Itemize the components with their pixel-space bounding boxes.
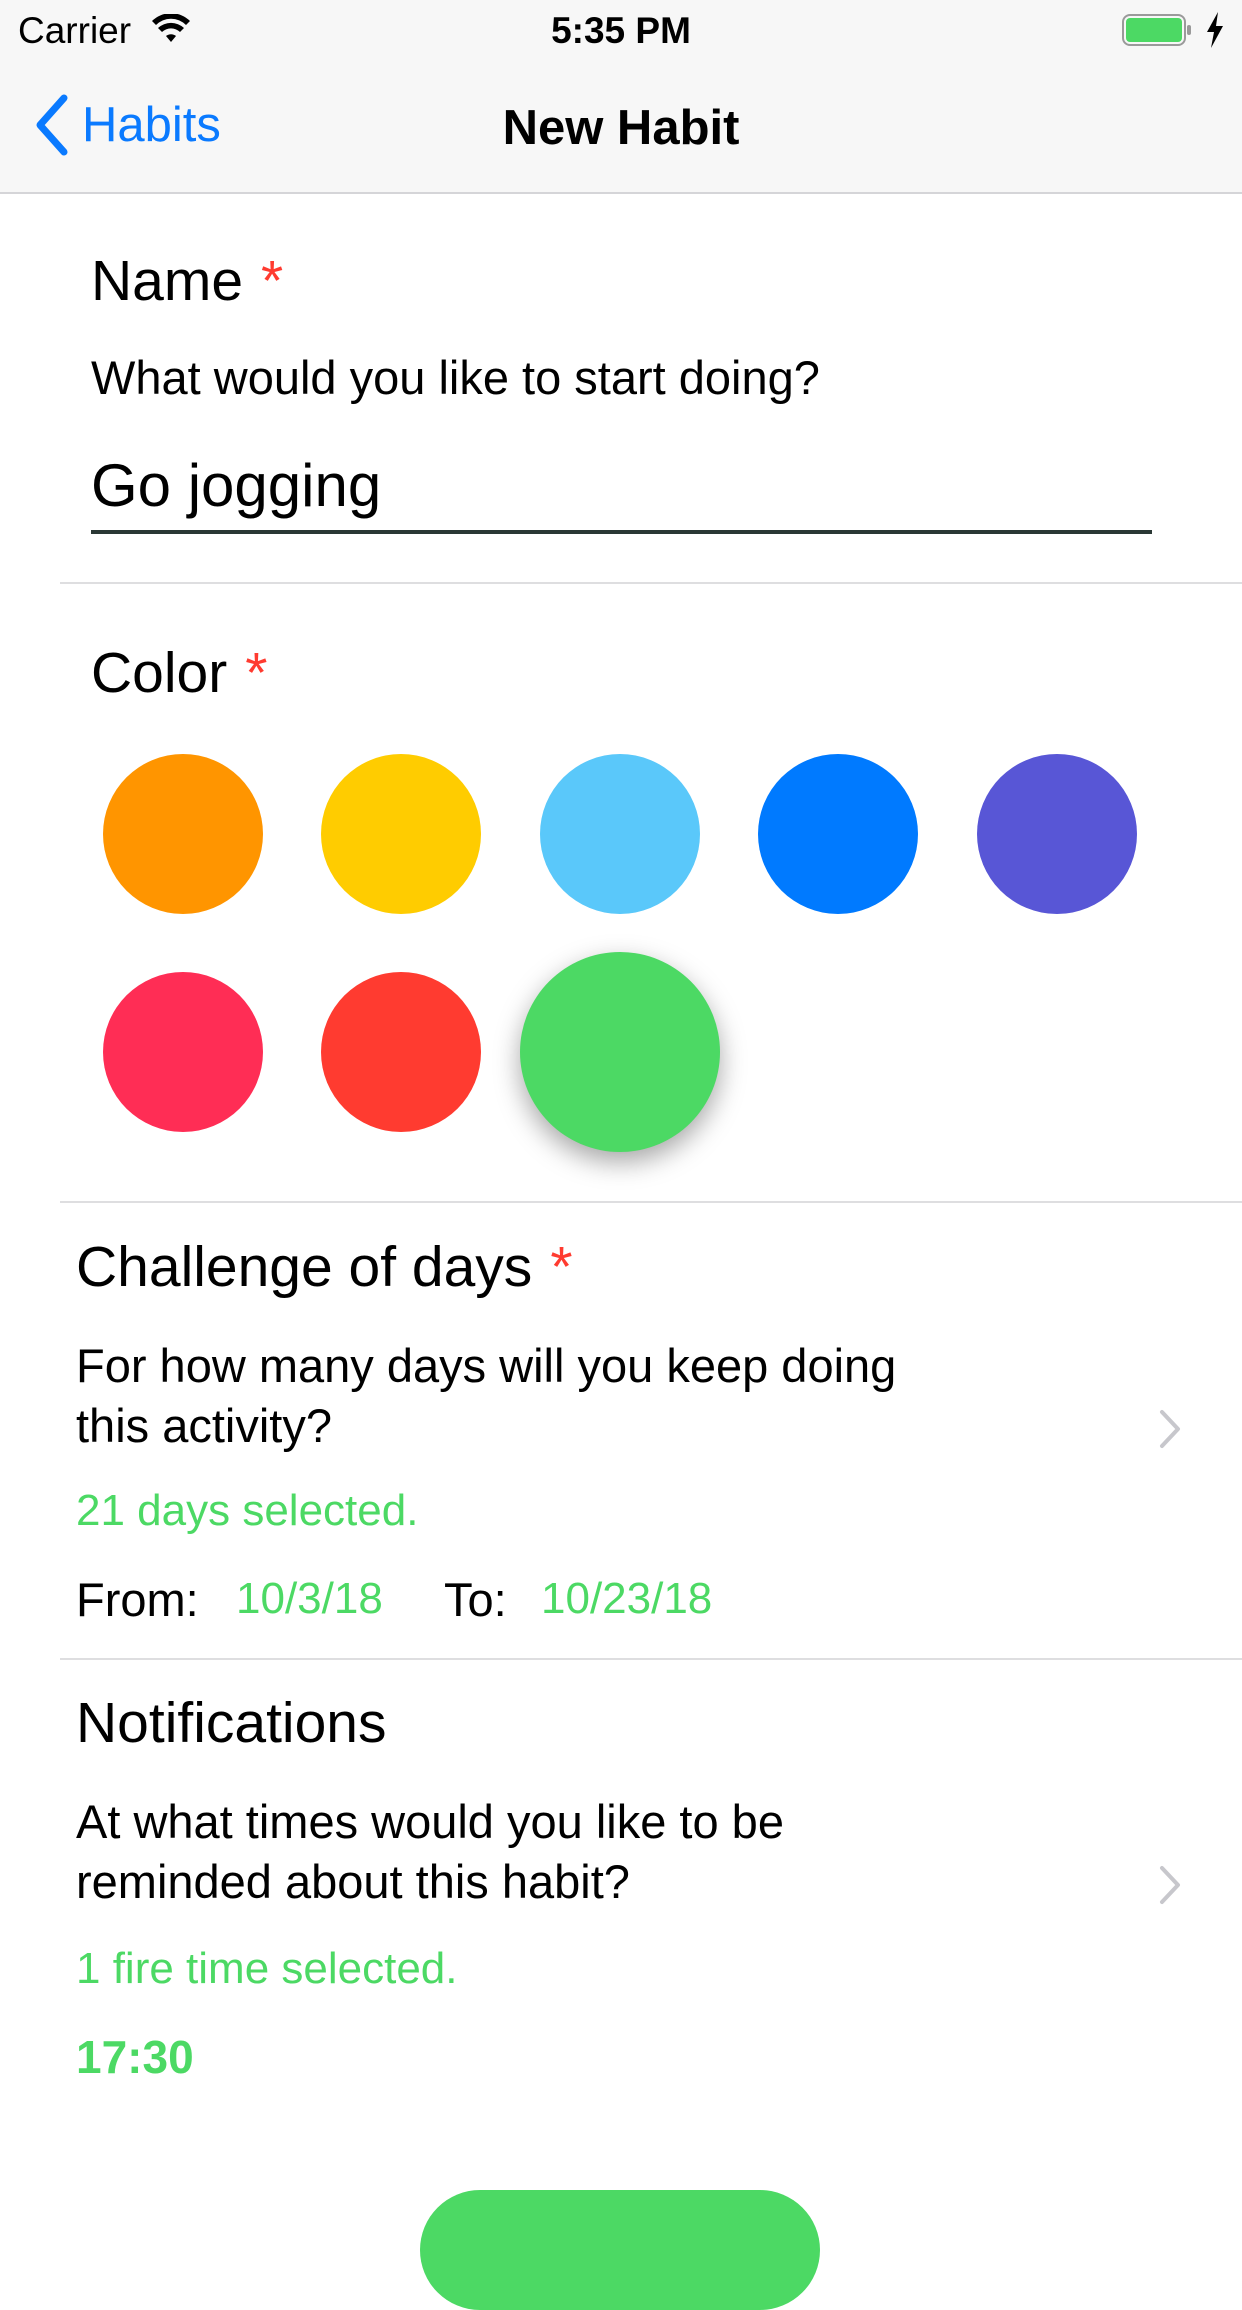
save-button[interactable] bbox=[420, 2190, 820, 2310]
challenge-description-line-1: For how many days will you keep doing bbox=[76, 1339, 897, 1392]
fire-time-value: 17:30 bbox=[76, 2031, 194, 2083]
required-mark: * bbox=[261, 249, 284, 313]
to-label: To: bbox=[444, 1573, 507, 1626]
navigation-bar: Habits New Habit bbox=[0, 62, 1242, 194]
habit-name-input[interactable] bbox=[91, 440, 1152, 534]
name-section-title: Name * bbox=[91, 248, 283, 314]
charging-bolt-icon bbox=[1207, 12, 1223, 48]
divider bbox=[60, 1201, 1242, 1203]
color-swatch[interactable] bbox=[758, 754, 918, 914]
color-section-title: Color * bbox=[91, 640, 267, 706]
page-title: New Habit bbox=[502, 101, 740, 155]
name-description: What would you like to start doing? bbox=[91, 351, 820, 404]
from-label: From: bbox=[76, 1573, 199, 1626]
battery-icon bbox=[1122, 14, 1191, 46]
divider bbox=[60, 1658, 1242, 1660]
days-selected-label: 21 days selected. bbox=[76, 1486, 419, 1535]
status-bar: Carrier 5:35 PM bbox=[0, 0, 1242, 62]
color-title-label: Color bbox=[91, 641, 228, 705]
challenge-title-label: Challenge of days bbox=[76, 1235, 533, 1299]
status-time: 5:35 PM bbox=[551, 10, 691, 51]
fire-time-selected-label: 1 fire time selected. bbox=[76, 1944, 458, 1993]
color-swatch[interactable] bbox=[321, 754, 481, 914]
chevron-right-icon bbox=[1160, 1410, 1180, 1448]
notifications-section-title: Notifications bbox=[76, 1691, 387, 1755]
required-mark: * bbox=[550, 1235, 573, 1299]
color-swatch[interactable] bbox=[103, 754, 263, 914]
challenge-section-title: Challenge of days * bbox=[76, 1234, 573, 1300]
color-swatch[interactable] bbox=[321, 972, 481, 1132]
required-mark: * bbox=[245, 641, 268, 705]
color-swatch-selected[interactable] bbox=[520, 952, 720, 1152]
notifications-description-line-1: At what times would you like to be bbox=[76, 1795, 784, 1848]
chevron-right-icon bbox=[1160, 1866, 1180, 1904]
to-date-value: 10/23/18 bbox=[541, 1574, 713, 1623]
color-swatch[interactable] bbox=[103, 972, 263, 1132]
color-swatch[interactable] bbox=[540, 754, 700, 914]
from-date-value: 10/3/18 bbox=[236, 1574, 383, 1623]
color-swatch[interactable] bbox=[977, 754, 1137, 914]
divider bbox=[60, 582, 1242, 584]
name-title-label: Name bbox=[91, 249, 244, 313]
notifications-description-line-2: reminded about this habit? bbox=[76, 1855, 630, 1908]
challenge-description-line-2: this activity? bbox=[76, 1399, 332, 1452]
